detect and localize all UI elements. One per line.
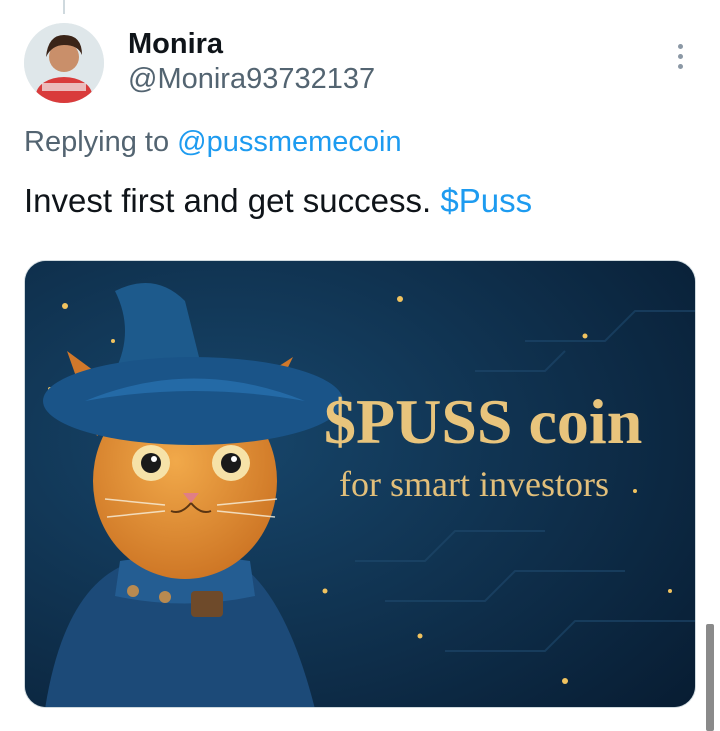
- more-dot: [677, 63, 683, 69]
- author-display-name[interactable]: Monira: [128, 27, 223, 61]
- avatar-image: [24, 23, 104, 103]
- replying-to-line: Replying to @pussmemecoin: [24, 124, 402, 160]
- media-headline: $PUSS coin: [324, 386, 643, 457]
- author-avatar[interactable]: [24, 23, 104, 103]
- more-dot: [677, 53, 683, 59]
- more-dot: [677, 43, 683, 49]
- more-options-icon[interactable]: [664, 36, 696, 76]
- replying-to-prefix: Replying to: [24, 126, 178, 158]
- cashtag-link[interactable]: $Puss: [440, 182, 532, 219]
- tweet-media-image[interactable]: $PUSS coin for smart investors: [24, 260, 696, 708]
- author-handle[interactable]: @Monira93732137: [128, 62, 375, 96]
- thread-connector-line: [63, 0, 65, 14]
- replying-to-handle-link[interactable]: @pussmemecoin: [177, 126, 401, 158]
- tweet-body-text: Invest first and get success.: [24, 182, 441, 219]
- tweet-text: Invest first and get success. $Puss: [24, 181, 532, 221]
- media-subheadline: for smart investors: [339, 464, 609, 504]
- scrollbar-thumb[interactable]: [706, 624, 714, 731]
